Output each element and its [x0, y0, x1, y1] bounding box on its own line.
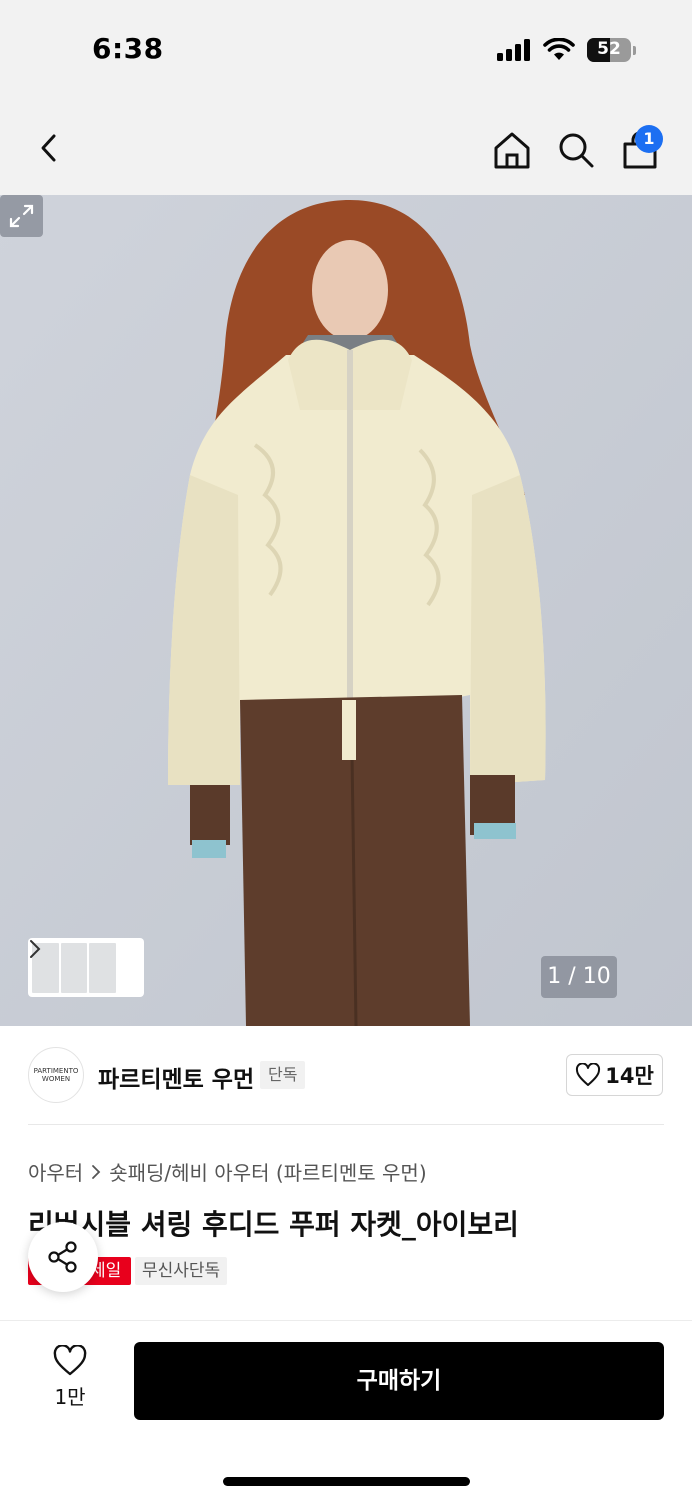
product-image-gallery[interactable]: 1 / 10 [0, 195, 692, 1026]
product-photo [0, 195, 692, 1026]
heart-icon [53, 1345, 87, 1376]
status-bar: 6:38 52 [0, 0, 692, 100]
share-icon [48, 1241, 77, 1273]
battery-icon: 52 [587, 38, 636, 62]
breadcrumb: 아우터 숏패딩/헤비 아우터 (파르티멘토 우먼) [28, 1157, 427, 1186]
image-counter: 1 / 10 [541, 956, 617, 998]
wishlist-button[interactable]: 1만 [40, 1345, 100, 1415]
bottom-action-bar: 1만 구매하기 [0, 1320, 692, 1500]
top-navigation-bar: 1 [0, 100, 692, 195]
cellular-signal-icon [497, 39, 530, 61]
back-arrow-icon[interactable] [32, 130, 68, 166]
brand-like-count: 14만 [605, 1064, 654, 1088]
home-icon[interactable] [492, 130, 532, 170]
status-time: 6:38 [92, 32, 164, 65]
wishlist-count: 1만 [54, 1385, 86, 1409]
divider [28, 1124, 664, 1125]
share-button[interactable] [28, 1222, 98, 1292]
thumbnail-images [32, 942, 117, 993]
home-indicator [223, 1477, 470, 1486]
thumbnail-strip[interactable] [28, 938, 144, 997]
wifi-icon [543, 38, 575, 60]
product-title: 리버시블 셔링 후디드 푸퍼 자켓_아이보리 [28, 1208, 519, 1241]
brand-row: PARTIMENTO WOMEN 파르티멘토 우먼 단독 14만 [0, 1026, 692, 1126]
exclusive-tag: 무신사단독 [135, 1257, 228, 1285]
heart-icon [576, 1063, 601, 1086]
brand-logo[interactable]: PARTIMENTO WOMEN [28, 1047, 84, 1103]
buy-button[interactable]: 구매하기 [134, 1342, 664, 1420]
battery-percent: 52 [597, 39, 621, 59]
brand-like-button[interactable]: 14만 [566, 1054, 663, 1096]
brand-exclusive-badge: 단독 [260, 1061, 306, 1089]
chevron-right-icon [30, 940, 41, 958]
chevron-right-icon [92, 1164, 101, 1179]
breadcrumb-category-1[interactable]: 아우터 [28, 1157, 83, 1186]
cart-count-badge: 1 [635, 125, 663, 153]
expand-icon[interactable] [0, 195, 43, 237]
breadcrumb-category-2[interactable]: 숏패딩/헤비 아우터 (파르티멘토 우먼) [109, 1157, 426, 1186]
status-indicators: 52 [497, 38, 636, 62]
brand-logo-line1: PARTIMENTO [33, 1067, 79, 1075]
brand-name[interactable]: 파르티멘토 우먼 [98, 1060, 254, 1094]
brand-logo-line2: WOMEN [41, 1075, 71, 1083]
search-icon[interactable] [556, 130, 596, 170]
